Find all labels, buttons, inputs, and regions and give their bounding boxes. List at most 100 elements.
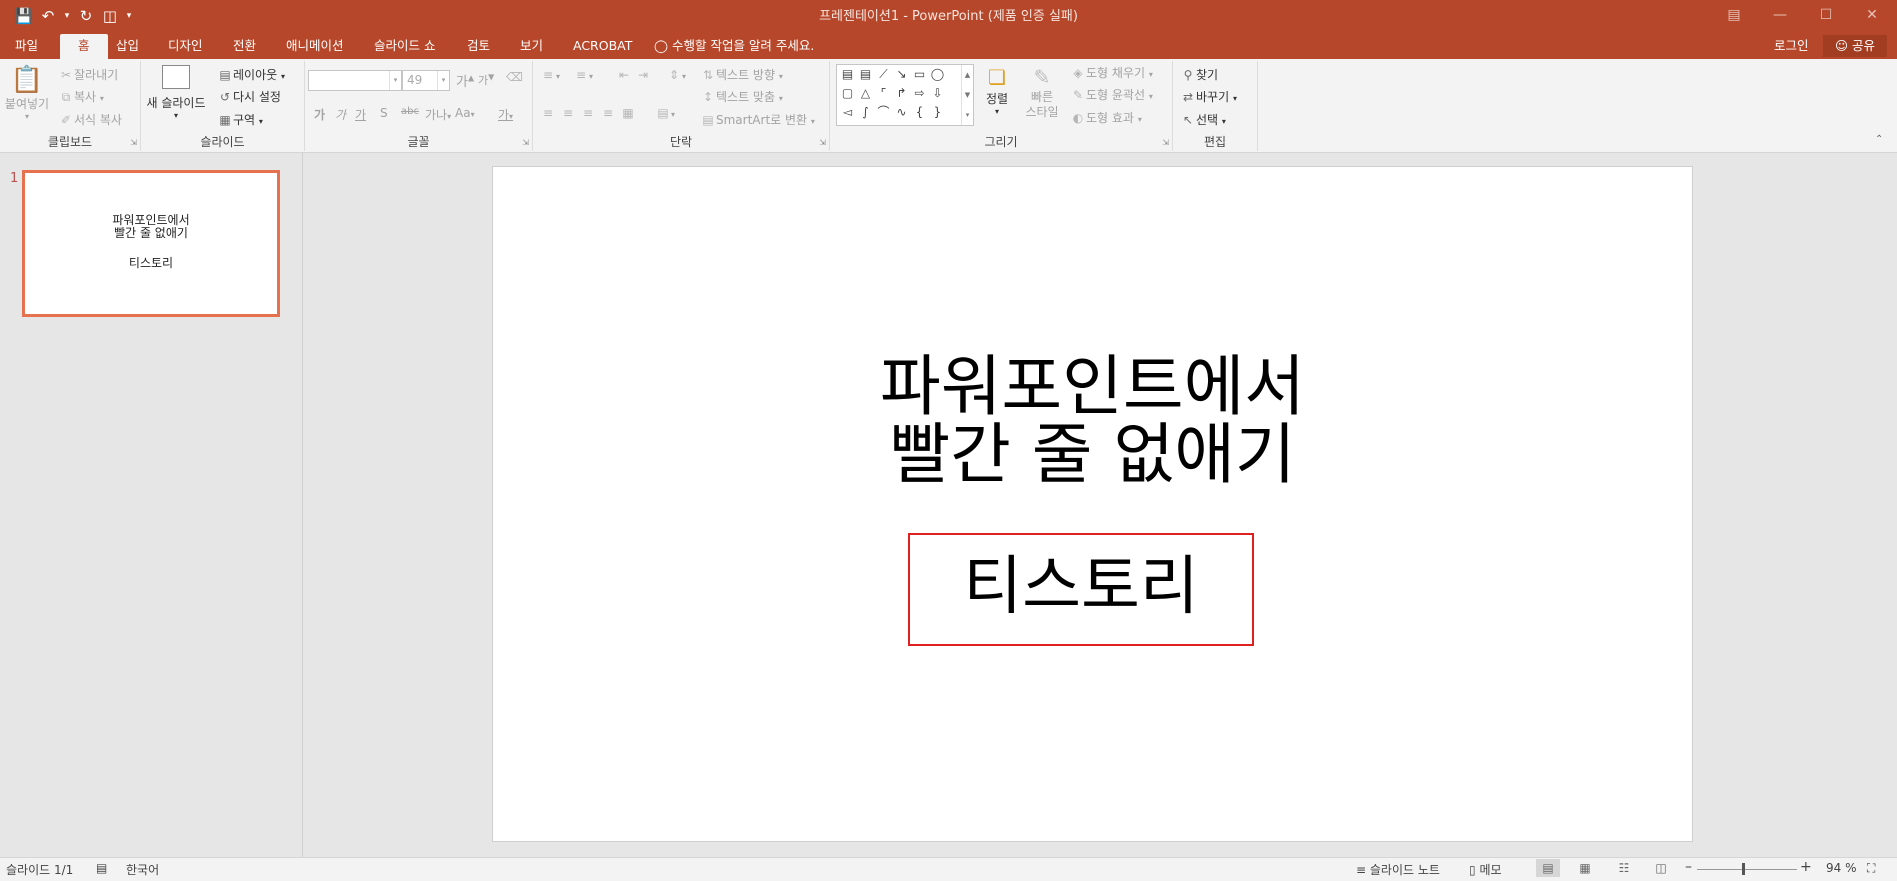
slide-canvas[interactable]: 파워포인트에서 빨간 줄 없애기 티스토리 [492, 166, 1693, 842]
dialog-launcher-icon[interactable]: ⇲ [1162, 138, 1169, 147]
tab-slideshow[interactable]: 슬라이드 쇼 [370, 34, 439, 59]
slide-thumbnail[interactable]: 파워포인트에서 빨간 줄 없애기 티스토리 [22, 170, 280, 317]
text-direction-button[interactable]: ⇅ 텍스트 방향 ▾ [700, 66, 783, 83]
align-text-button[interactable]: ↕ 텍스트 맞춤 ▾ [700, 88, 783, 105]
tab-animations[interactable]: 애니메이션 [282, 34, 348, 59]
oval-shape-icon[interactable]: ◯ [929, 66, 946, 83]
shape-effects-button[interactable]: ◐ 도형 효과 ▾ [1070, 109, 1142, 126]
reading-view-icon[interactable]: ☷ [1612, 859, 1636, 877]
textbox-shape-icon[interactable]: ▤ [839, 66, 856, 83]
collapse-ribbon-icon[interactable]: ⌃ [1875, 134, 1883, 145]
zoom-out-button[interactable]: – [1685, 859, 1692, 875]
dialog-launcher-icon[interactable]: ⇲ [522, 138, 529, 147]
tab-home[interactable]: 홈 [60, 34, 108, 59]
font-color-button[interactable]: 가▾ [498, 106, 513, 123]
tab-review[interactable]: 검토 [463, 34, 494, 59]
share-button[interactable]: ☺ 공유 [1823, 35, 1887, 57]
chevron-down-icon[interactable]: ▾ [389, 71, 401, 90]
bold-button[interactable]: 가 [314, 106, 325, 123]
format-painter-button[interactable]: ✐ 서식 복사 [58, 111, 122, 128]
shape-fill-button[interactable]: ◈ 도형 채우기 ▾ [1070, 64, 1152, 81]
subtitle-placeholder[interactable]: 티스토리 [908, 533, 1254, 646]
language-indicator[interactable]: 한국어 [126, 861, 159, 878]
distribute-button[interactable]: ▦ [620, 106, 636, 120]
smartart-button[interactable]: ▤ SmartArt로 변환 ▾ [700, 111, 815, 128]
tab-view[interactable]: 보기 [516, 34, 547, 59]
elbow-arrow-shape-icon[interactable]: ↱ [893, 85, 910, 102]
underline-button[interactable]: 가 [355, 106, 366, 123]
columns-button[interactable]: ▤ ▾ [655, 106, 675, 120]
spellcheck-icon[interactable]: ▤ [96, 861, 107, 875]
notes-button[interactable]: ≡ 슬라이드 노트 [1356, 861, 1440, 878]
tab-insert[interactable]: 삽입 [112, 34, 143, 59]
character-spacing-button[interactable]: 가나▾ [425, 106, 451, 123]
select-button[interactable]: ↖ 선택 ▾ [1180, 111, 1226, 128]
slide-sorter-icon[interactable]: ▦ [1573, 859, 1597, 877]
line-spacing-button[interactable]: ⇕ ▾ [666, 68, 686, 82]
tab-file[interactable]: 파일 [11, 34, 42, 59]
shape-outline-button[interactable]: ✎ 도형 윤곽선 ▾ [1070, 86, 1153, 103]
increase-indent-button[interactable]: ⇥ [635, 68, 651, 82]
right-brace-shape-icon[interactable]: } [929, 104, 946, 121]
rectangle-shape-icon[interactable]: ▭ [911, 66, 928, 83]
vertical-textbox-shape-icon[interactable]: ▤ [857, 66, 874, 83]
zoom-slider[interactable] [1697, 869, 1797, 870]
find-button[interactable]: ⚲ 찾기 [1180, 66, 1219, 83]
line-shape-icon[interactable]: ⟋ [875, 66, 892, 83]
maximize-icon[interactable]: ☐ [1803, 0, 1849, 30]
copy-button[interactable]: ⧉ 복사 ▾ [58, 88, 104, 105]
italic-button[interactable]: 가 [335, 106, 346, 123]
fit-to-window-icon[interactable]: ⛶ [1867, 861, 1875, 876]
quick-styles-button[interactable]: ✎ 빠른 스타일 [1018, 64, 1066, 120]
new-slide-button[interactable]: 새 슬라이드 ▾ [145, 65, 207, 120]
right-arrow-shape-icon[interactable]: ⇨ [911, 85, 928, 102]
justify-button[interactable]: ≡ [600, 106, 616, 120]
section-button[interactable]: ▦ 구역 ▾ [217, 111, 263, 128]
tab-acrobat[interactable]: ACROBAT [569, 34, 636, 59]
arc-shape-icon[interactable]: ⌒ [875, 104, 892, 121]
ribbon-display-options-icon[interactable]: ▤ [1711, 0, 1757, 30]
normal-view-icon[interactable]: ▤ [1536, 859, 1560, 877]
triangle-shape-icon[interactable]: △ [857, 85, 874, 102]
freeform-shape-icon[interactable]: ◅ [839, 104, 856, 121]
rounded-rectangle-shape-icon[interactable]: ▢ [839, 85, 856, 102]
chevron-down-icon[interactable]: ▾ [437, 71, 449, 90]
align-center-button[interactable]: ≡ [560, 106, 576, 120]
cut-button[interactable]: ✂ 잘라내기 [58, 66, 118, 83]
zoom-in-button[interactable]: + [1800, 859, 1812, 875]
font-size-combo[interactable]: 49 ▾ [402, 70, 450, 91]
decrease-indent-button[interactable]: ⇤ [616, 68, 632, 82]
arrange-button[interactable]: ❏ 정렬 ▾ [980, 64, 1014, 116]
paste-button[interactable]: 📋 붙여넣기 ▾ [2, 65, 52, 121]
arrow-line-shape-icon[interactable]: ↘ [893, 66, 910, 83]
dialog-launcher-icon[interactable]: ⇲ [819, 138, 826, 147]
dialog-launcher-icon[interactable]: ⇲ [130, 138, 137, 147]
align-right-button[interactable]: ≡ [580, 106, 596, 120]
replace-button[interactable]: ⇄ 바꾸기 ▾ [1180, 88, 1237, 105]
tab-design[interactable]: 디자인 [164, 34, 207, 59]
font-name-combo[interactable]: ▾ [308, 70, 402, 91]
shadow-button[interactable]: S [380, 106, 388, 120]
tab-transitions[interactable]: 전환 [229, 34, 260, 59]
slide-subtitle[interactable]: 티스토리 [910, 547, 1252, 627]
close-icon[interactable]: ✕ [1849, 0, 1895, 30]
slide-title[interactable]: 파워포인트에서 빨간 줄 없애기 [493, 353, 1692, 489]
elbow-connector-shape-icon[interactable]: ⌜ [875, 85, 892, 102]
tell-me-box[interactable]: ◯ 수행할 작업을 알려 주세요. [654, 34, 814, 58]
scribble-shape-icon[interactable]: ∫ [857, 104, 874, 121]
zoom-slider-thumb[interactable] [1742, 863, 1745, 875]
clear-format-button[interactable]: ⌫ [506, 70, 523, 84]
bullets-button[interactable]: ≡ ▾ [540, 68, 560, 82]
gallery-scroll[interactable]: ▲ ▼ ▾ [961, 65, 973, 125]
login-link[interactable]: 로그인 [1774, 34, 1809, 58]
shapes-gallery[interactable]: ▤ ▤ ⟋ ↘ ▭ ◯ ▢ △ ⌜ ↱ ⇨ ⇩ ◅ ∫ ⌒ ∿ { } ▲ ▼ ▾ [836, 64, 974, 126]
curve-shape-icon[interactable]: ∿ [893, 104, 910, 121]
strikethrough-button[interactable]: abc [401, 106, 419, 117]
numbering-button[interactable]: ≡ ▾ [573, 68, 593, 82]
change-case-button[interactable]: Aa▾ [455, 106, 475, 120]
increase-font-button[interactable]: 가▲ [456, 71, 474, 90]
comments-button[interactable]: ▯ 메모 [1469, 861, 1502, 878]
down-arrow-shape-icon[interactable]: ⇩ [929, 85, 946, 102]
layout-button[interactable]: ▤ 레이아웃 ▾ [217, 66, 285, 83]
left-brace-shape-icon[interactable]: { [911, 104, 928, 121]
